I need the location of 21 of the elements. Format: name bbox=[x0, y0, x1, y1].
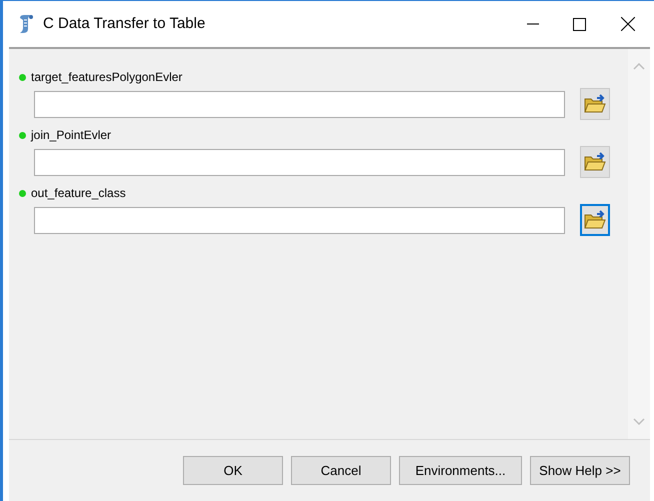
parameter-label: target_featuresPolygonEvler bbox=[31, 69, 182, 86]
parameter-label: join_PointEvler bbox=[31, 127, 112, 144]
folder-icon bbox=[584, 210, 606, 230]
dialog-button[interactable]: Show Help >> bbox=[530, 456, 630, 485]
maximize-icon[interactable] bbox=[572, 18, 586, 30]
dialog-button[interactable]: Cancel bbox=[291, 456, 391, 485]
parameter-label: out_feature_class bbox=[31, 185, 126, 202]
minimize-icon[interactable] bbox=[527, 23, 539, 25]
browse-button[interactable] bbox=[580, 146, 610, 178]
folder-icon bbox=[584, 152, 606, 172]
input-field[interactable] bbox=[34, 206, 565, 234]
dialog-button[interactable]: Environments... bbox=[399, 456, 522, 485]
input-field[interactable] bbox=[34, 90, 565, 118]
window-title: C Data Transfer to Table bbox=[43, 14, 206, 34]
browse-button[interactable] bbox=[580, 88, 610, 120]
script-icon bbox=[17, 14, 35, 34]
input-field[interactable] bbox=[34, 148, 565, 176]
folder-icon bbox=[584, 94, 606, 114]
dialog-button[interactable]: OK bbox=[183, 456, 283, 485]
browse-button[interactable] bbox=[580, 204, 610, 236]
close-icon[interactable] bbox=[621, 17, 635, 31]
